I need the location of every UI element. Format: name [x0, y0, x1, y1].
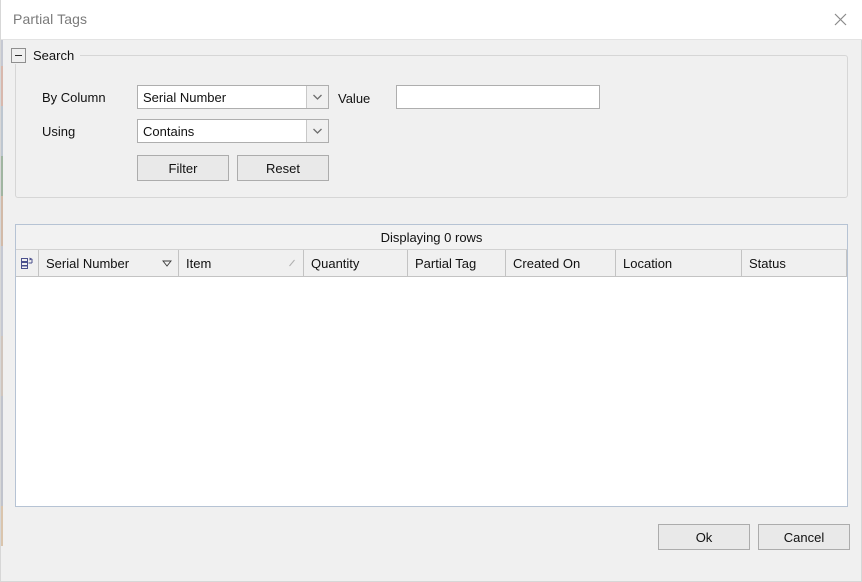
using-label: Using	[42, 124, 76, 139]
value-input[interactable]	[396, 85, 600, 109]
window-title: Partial Tags	[13, 11, 88, 27]
grid-column-label: Location	[623, 255, 673, 271]
close-button[interactable]	[817, 0, 862, 38]
close-icon	[834, 13, 847, 26]
grid-body[interactable]	[16, 277, 847, 506]
cancel-button[interactable]: Cancel	[758, 524, 850, 550]
grid-column-header-created-on[interactable]: Created On	[506, 250, 616, 276]
using-select[interactable]: Contains	[137, 119, 329, 143]
grid-column-header-partial-tag[interactable]: Partial Tag	[408, 250, 506, 276]
by-column-selected-value: Serial Number	[143, 89, 227, 105]
collapse-search-button[interactable]	[11, 47, 26, 63]
partial-tags-dialog: Partial Tags Search By Column Serial Num…	[0, 0, 862, 582]
grid-column-label: Created On	[513, 255, 581, 271]
value-label: Value	[338, 91, 371, 106]
footer-separator	[1, 507, 862, 508]
by-column-label: By Column	[42, 90, 106, 105]
sort-slash-icon	[286, 258, 298, 268]
filter-button[interactable]: Filter	[137, 155, 229, 181]
grid-column-label: Partial Tag	[415, 255, 477, 271]
title-bar: Partial Tags	[1, 0, 862, 40]
grid-column-label: Serial Number	[46, 255, 130, 271]
partial-tags-grid: Displaying 0 rows Serial Number Item Qua…	[15, 224, 848, 507]
grid-column-header-quantity[interactable]: Quantity	[304, 250, 408, 276]
grid-column-header-serial-number[interactable]: Serial Number	[39, 250, 179, 276]
ok-button[interactable]: Ok	[658, 524, 750, 550]
grid-header-row: Serial Number Item Quantity Partial Tag …	[16, 250, 847, 277]
grid-row-count-caption: Displaying 0 rows	[16, 225, 847, 250]
grid-select-all-cell[interactable]	[16, 250, 39, 276]
grid-column-header-item[interactable]: Item	[179, 250, 304, 276]
sort-descending-icon	[161, 260, 173, 267]
using-selected-value: Contains	[143, 123, 195, 139]
search-groupbox-header: Search	[11, 46, 81, 64]
by-column-select[interactable]: Serial Number	[137, 85, 329, 109]
window-edge-artifact	[1, 36, 3, 546]
select-all-icon	[20, 256, 34, 270]
grid-column-label: Quantity	[311, 255, 360, 271]
grid-column-header-status[interactable]: Status	[742, 250, 847, 276]
search-groupbox-title: Search	[33, 47, 75, 63]
grid-column-label: Status	[749, 255, 786, 271]
grid-column-label: Item	[186, 255, 212, 271]
reset-button[interactable]: Reset	[237, 155, 329, 181]
chevron-down-icon	[306, 120, 328, 142]
grid-column-header-location[interactable]: Location	[616, 250, 742, 276]
chevron-down-icon	[306, 86, 328, 108]
